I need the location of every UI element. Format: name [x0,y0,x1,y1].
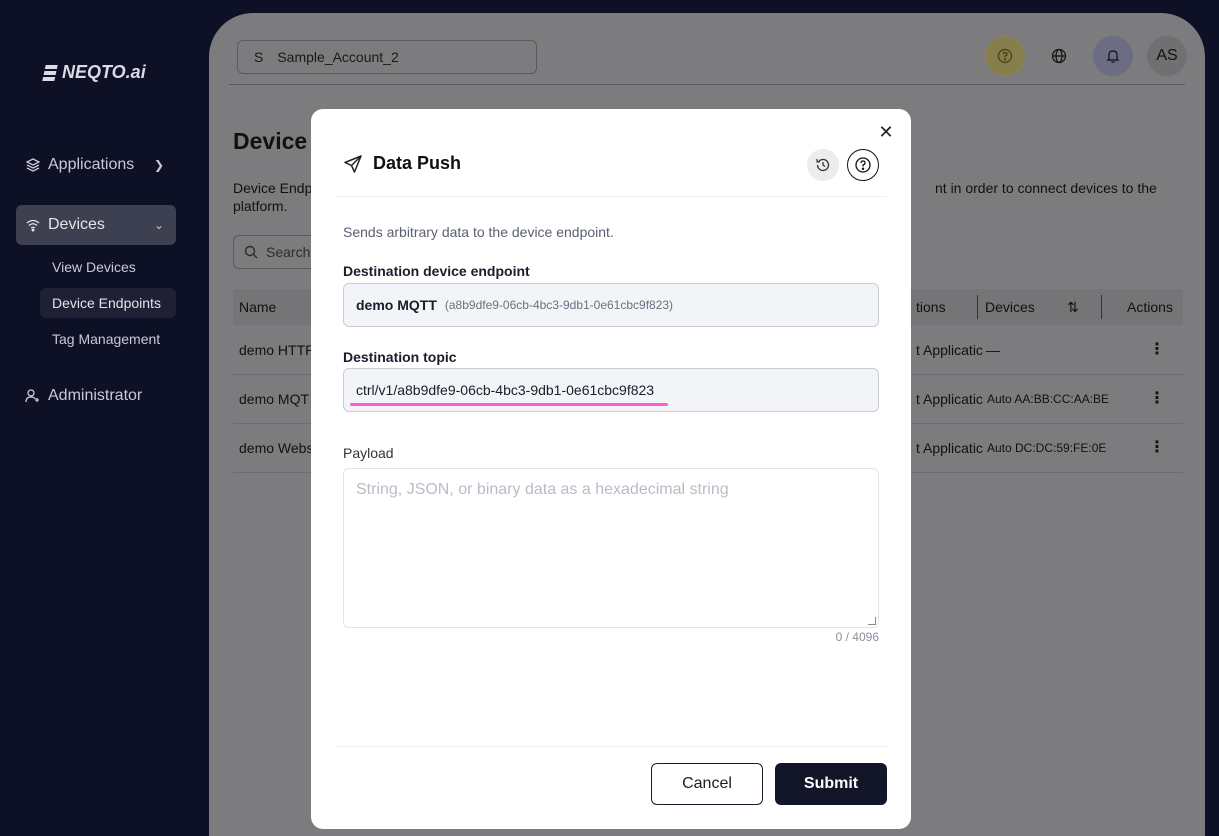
sidebar-subitem-view-devices[interactable]: View Devices [40,252,176,282]
column-header-applications[interactable]: tions [916,299,946,315]
cell-devices: Auto AA:BB:CC:AA:BE [987,392,1110,406]
more-options-icon[interactable]: ⋮ [1149,437,1165,457]
history-icon[interactable] [807,149,839,181]
sidebar-subitem-device-endpoints[interactable]: Device Endpoints [40,288,176,318]
sidebar-item-devices[interactable]: Devices ⌄ [16,205,176,245]
sidebar-item-label: Applications [48,156,135,173]
submit-button[interactable]: Submit [775,763,887,805]
logo-mark-icon [42,64,58,81]
endpoint-field: demo MQTT (a8b9dfe9-06cb-4bc3-9db1-0e61c… [343,283,879,327]
close-icon[interactable]: ✕ [877,123,895,141]
highlight-underline [350,403,669,406]
cell-devices: Auto DC:DC:59:FE:0E [987,441,1107,455]
endpoint-name: demo MQTT [356,297,437,313]
cancel-button[interactable]: Cancel [651,763,763,805]
dialog-footer-divider [335,746,887,747]
search-placeholder: Search [266,244,311,260]
resize-handle-icon[interactable] [868,617,876,625]
account-name: Sample_Account_2 [277,49,399,65]
endpoint-id: (a8b9dfe9-06cb-4bc3-9db1-0e61cbc9f823) [444,298,674,312]
page-description-right: nt in order to connect devices to the [935,180,1157,196]
topic-field[interactable]: ctrl/v1/a8b9dfe9-06cb-4bc3-9db1-0e61cbc9… [343,368,879,412]
header-actions: AS [985,36,1187,76]
user-icon [24,387,42,405]
column-header-actions: Actions [1127,299,1173,315]
endpoint-label: Destination device endpoint [343,263,530,279]
cell-applications: t Applicatic [916,391,983,407]
column-header-devices[interactable]: Devices [985,299,1035,315]
payload-input[interactable]: String, JSON, or binary data as a hexade… [343,468,879,628]
layers-icon [24,156,42,174]
payload-label: Payload [343,445,394,461]
chevron-down-icon: ⌄ [153,218,164,232]
brand-logo[interactable]: NEQTO.ai [42,62,146,83]
cell-devices: — [986,342,1000,358]
page-title: Device [233,128,308,154]
topic-label: Destination topic [343,349,457,365]
search-icon [244,245,258,259]
header-divider [229,84,1185,85]
column-separator [977,295,978,319]
bell-icon[interactable] [1093,36,1133,76]
sidebar-item-label: Devices [48,216,105,233]
cell-name[interactable]: demo HTTP [239,342,314,358]
globe-icon[interactable] [1039,36,1079,76]
dialog-header: Data Push [343,153,461,174]
topic-text: ctrl/v1/a8b9dfe9-06cb-4bc3-9db1-0e61cbc9… [356,382,655,398]
account-initial: S [254,49,264,65]
cell-applications: t Applicatic [916,440,983,456]
more-options-icon[interactable]: ⋮ [1149,388,1165,408]
column-separator [1101,295,1102,319]
account-selector[interactable]: S Sample_Account_2 [237,40,537,74]
dialog-description: Sends arbitrary data to the device endpo… [343,224,614,240]
question-icon[interactable] [847,149,879,181]
wifi-icon [24,216,42,234]
chevron-right-icon: ❯ [153,158,164,172]
dialog-divider [335,196,887,197]
sidebar-subitem-tag-management[interactable]: Tag Management [40,324,176,354]
character-counter: 0 / 4096 [835,630,879,644]
sort-icon[interactable]: ⇅ [1067,299,1079,316]
cell-name[interactable]: demo MQT [239,391,309,407]
column-header-name[interactable]: Name [239,299,276,315]
data-push-dialog: ✕ Data Push Sends arbitrary data to the … [311,109,911,829]
dialog-title: Data Push [373,153,462,173]
sidebar-item-applications[interactable]: Applications ❯ [16,145,176,185]
avatar[interactable]: AS [1147,36,1187,76]
more-options-icon[interactable]: ⋮ [1149,339,1165,359]
sidebar-item-administrator[interactable]: Administrator [16,376,176,416]
cell-name[interactable]: demo Webs [239,440,313,456]
help-icon[interactable] [985,36,1025,76]
payload-placeholder: String, JSON, or binary data as a hexade… [356,481,729,498]
send-icon [344,154,362,173]
sidebar: NEQTO.ai Applications ❯ Devices ⌄ View D… [0,0,195,836]
brand-name: NEQTO.ai [62,62,146,82]
cell-applications: t Applicatic [916,342,983,358]
topic-value: ctrl/v1/a8b9dfe9-06cb-4bc3-9db1-0e61cbc9… [350,382,669,406]
sidebar-item-label: Administrator [48,387,143,404]
